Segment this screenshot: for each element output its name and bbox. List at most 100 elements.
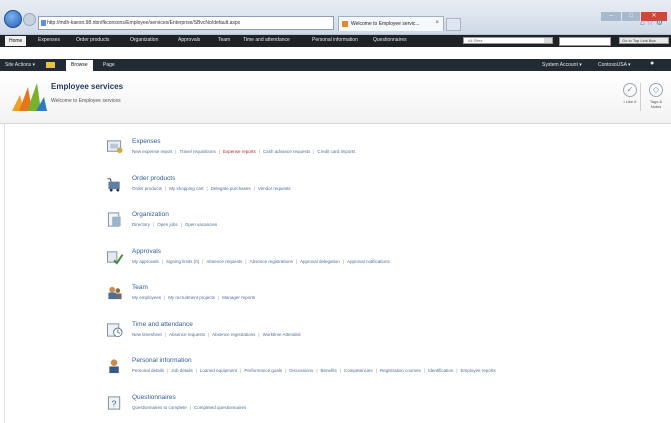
section-link[interactable]: Competencies <box>344 368 373 373</box>
section-title[interactable]: Questionnaires <box>132 394 176 401</box>
nav-team[interactable]: Team <box>218 37 230 43</box>
expenses-icon[interactable] <box>106 139 124 155</box>
section-link[interactable]: Expense reports <box>223 149 256 154</box>
section-link[interactable]: Open jobs <box>157 222 178 227</box>
section-link[interactable]: Credit card imports <box>317 149 355 154</box>
section-link[interactable]: Personal details <box>132 368 164 373</box>
site-scope-select[interactable]: All Sites <box>463 37 553 44</box>
nav-approvals[interactable]: Approvals <box>178 37 200 43</box>
section-links: My employees | My recruitment projects | Man… <box>132 295 255 300</box>
section-link[interactable]: Absence requests <box>206 259 242 264</box>
nav-order-products[interactable]: Order products <box>76 37 109 43</box>
section-link[interactable]: Approval delegation <box>300 259 340 264</box>
section-link[interactable]: Delegate purchases <box>211 186 251 191</box>
approvals-icon[interactable] <box>106 249 124 265</box>
nav-questionnaires[interactable]: Questionnaires <box>373 37 407 43</box>
section-link[interactable]: Performance goals <box>244 368 282 373</box>
section-link[interactable]: New expense report <box>132 149 172 154</box>
section-link[interactable]: My shopping cart <box>169 186 203 191</box>
search-input[interactable] <box>559 37 611 46</box>
section-link[interactable]: Completed questionnaires <box>194 405 246 410</box>
section-link[interactable]: My employees <box>132 295 161 300</box>
page-icon <box>41 20 46 26</box>
section-link[interactable]: Absence registrations <box>250 259 293 264</box>
favicon-icon <box>342 21 348 27</box>
section-link[interactable]: Manager reports <box>222 295 255 300</box>
section-link[interactable]: Worktime Attended <box>263 332 301 337</box>
section-approvals: Approvals My approvals | Signing limits (0)… <box>106 248 666 276</box>
section-link[interactable]: Job details <box>171 368 193 373</box>
nav-expenses[interactable]: Expenses <box>38 37 60 43</box>
nav-time-and-attendance[interactable]: Time and attendance <box>243 37 290 43</box>
section-title[interactable]: Team <box>132 284 148 291</box>
star-icon[interactable]: ☆ <box>647 18 656 27</box>
address-bar[interactable]: http://mdh-kaesn.98.nbn/fkconsons/Employ… <box>38 16 334 30</box>
section-link[interactable]: Employee reports <box>461 368 496 373</box>
section-links: Directory | Open jobs | Open vacancies <box>132 222 217 227</box>
go-button[interactable]: Go to Top Link Box <box>619 37 669 44</box>
divider <box>640 83 641 111</box>
tab-close-icon[interactable]: × <box>435 20 439 26</box>
section-links: Order products | My shopping cart | Delegate… <box>132 186 291 191</box>
help-icon[interactable]: ● <box>650 60 654 67</box>
company-menu[interactable]: ContosoUSA ▾ <box>598 62 631 68</box>
user-menu[interactable]: System Account ▾ <box>542 62 582 68</box>
page-title: Employee services <box>51 82 124 91</box>
personal-information-icon[interactable] <box>106 358 124 374</box>
tab-browse[interactable]: Browse <box>66 60 93 71</box>
section-link[interactable]: Loaned equipment <box>200 368 237 373</box>
section-link[interactable]: Open vacancies <box>185 222 217 227</box>
thumbs-up-icon: ✓ <box>623 83 637 97</box>
section-link[interactable]: Discussions <box>289 368 313 373</box>
section-link[interactable]: Registration courses <box>380 368 421 373</box>
section-link[interactable]: Benefits <box>320 368 336 373</box>
section-link[interactable]: Vendor requests <box>258 186 291 191</box>
browser-tab[interactable]: Welcome to Employee servic... × <box>338 16 444 31</box>
section-link[interactable]: Approval notifications <box>347 259 390 264</box>
gear-icon[interactable]: ⚙ <box>656 18 665 27</box>
section-links: Personal details | Job details | Loaned equi… <box>132 368 496 373</box>
section-title[interactable]: Order products <box>132 175 175 182</box>
section-title[interactable]: Organization <box>132 211 169 218</box>
section-link[interactable]: Signing limits (0) <box>166 259 199 264</box>
section-link[interactable]: New timesheet <box>132 332 162 337</box>
section-link[interactable]: Order products <box>132 186 162 191</box>
section-link[interactable]: My approvals <box>132 259 159 264</box>
section-link[interactable]: Absence registrations <box>212 332 255 337</box>
section-title[interactable]: Approvals <box>132 248 161 255</box>
link-separator: | <box>375 368 377 373</box>
i-like-it-button[interactable]: ✓ I Like It <box>619 83 641 104</box>
nav-organization[interactable]: Organization <box>130 37 158 43</box>
team-icon[interactable] <box>106 285 124 301</box>
section-title[interactable]: Expenses <box>132 138 161 145</box>
nav-home[interactable]: Home <box>5 36 27 46</box>
section-link[interactable]: My recruitment projects <box>168 295 215 300</box>
order-products-icon[interactable] <box>106 176 124 192</box>
folder-icon[interactable] <box>46 62 55 68</box>
time-attendance-icon[interactable] <box>106 322 124 338</box>
organization-icon[interactable] <box>106 212 124 228</box>
section-link[interactable]: Identification <box>428 368 453 373</box>
section-expenses: Expenses New expense report | Travel requis… <box>106 138 666 166</box>
link-separator: | <box>339 368 341 373</box>
tab-page[interactable]: Page <box>98 60 120 71</box>
site-actions-menu[interactable]: Site Actions ▾ <box>5 62 35 68</box>
maximize-button[interactable]: □ <box>622 12 640 21</box>
home-icon[interactable]: ⌂ <box>640 18 647 27</box>
section-title[interactable]: Time and attendance <box>132 321 193 328</box>
section-link[interactable]: Absence requests <box>169 332 205 337</box>
section-link[interactable]: Questionnaires to complete <box>132 405 187 410</box>
i-like-it-label: I Like It <box>623 99 637 104</box>
minimize-button[interactable]: – <box>601 12 621 21</box>
forward-icon[interactable] <box>23 13 36 26</box>
new-tab-button[interactable] <box>446 18 461 31</box>
section-link[interactable]: Cash advance requests <box>263 149 310 154</box>
tags-notes-button[interactable]: ◇ Tags & Notes <box>645 83 667 109</box>
back-icon[interactable] <box>4 10 22 28</box>
section-link[interactable]: Directory <box>132 222 150 227</box>
section-link[interactable]: Travel requisitions <box>179 149 215 154</box>
questionnaires-icon[interactable]: ? <box>106 395 124 411</box>
nav-personal-information[interactable]: Personal information <box>312 37 358 43</box>
site-scope-value: All Sites <box>468 38 483 43</box>
section-title[interactable]: Personal information <box>132 357 192 364</box>
